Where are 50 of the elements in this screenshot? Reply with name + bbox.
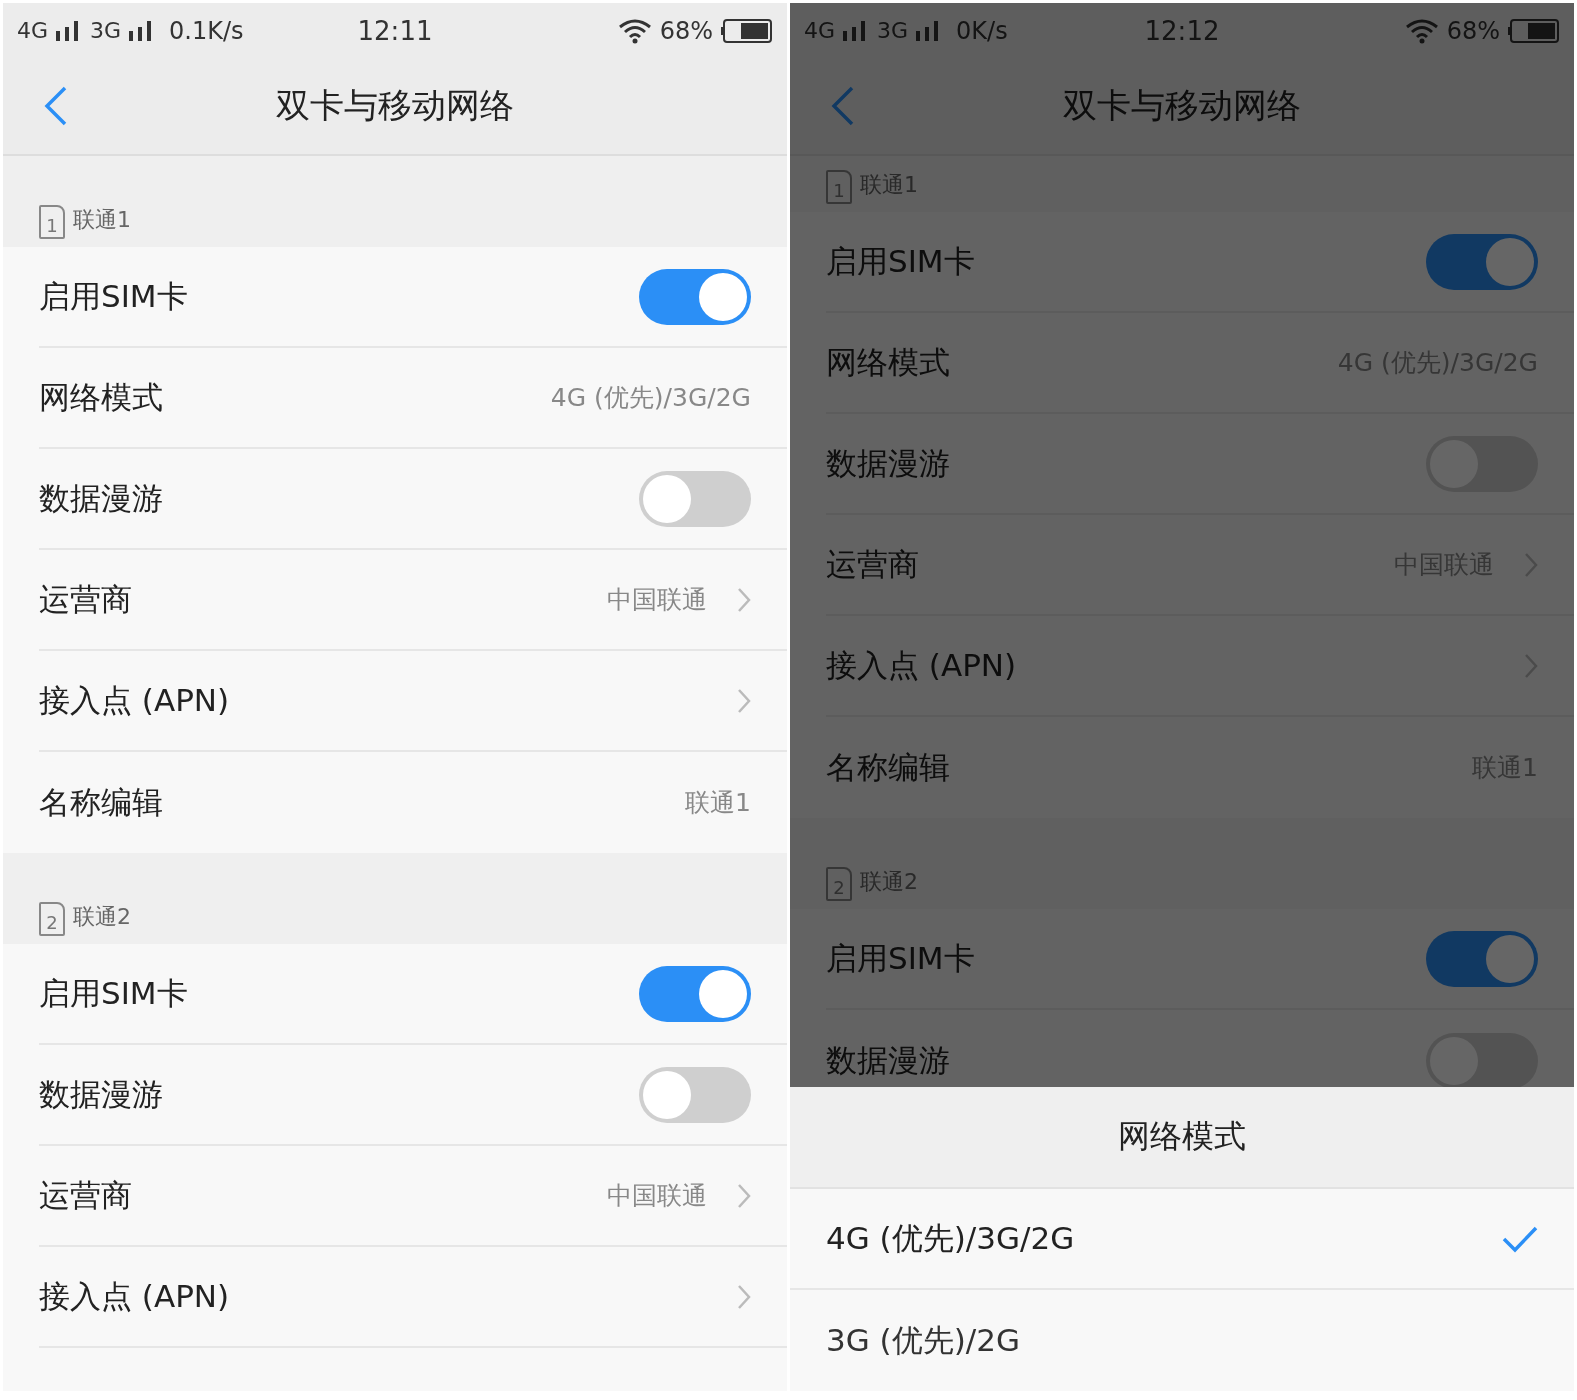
option-label[interactable]: 4G (优先)/3G/2G [826, 1217, 1502, 1260]
clock: 12:12 [1144, 15, 1220, 46]
page-title: 双卡与移动网络 [276, 84, 514, 127]
network-speed: 0.1K/s [169, 16, 244, 45]
network-type: 3G [90, 18, 122, 43]
battery-icon [721, 18, 773, 43]
setting-label[interactable]: 接入点 (APN) [39, 679, 707, 722]
sim-card-icon: 2 [39, 902, 65, 936]
setting-label[interactable]: 运营商 [39, 1174, 607, 1217]
chevron-right-icon [737, 1283, 751, 1310]
back-icon[interactable] [830, 86, 856, 126]
chevron-right-icon [737, 687, 751, 714]
wifi-icon [617, 17, 652, 44]
page-title: 双卡与移动网络 [1063, 84, 1301, 127]
setting-label[interactable]: 网络模式 [39, 376, 551, 419]
wifi-icon [1404, 17, 1439, 44]
checkmark-icon [1502, 1224, 1538, 1253]
setting-label: 数据漫游 [39, 478, 164, 518]
setting-label: 数据漫游 [826, 443, 951, 483]
setting-label: 启用SIM卡 [39, 276, 189, 316]
section-label: 联通2 [73, 903, 131, 931]
network-type: 4G [17, 18, 49, 43]
setting-label: 数据漫游 [826, 1040, 951, 1080]
setting-label[interactable]: 运营商 [39, 578, 607, 621]
battery-icon [1508, 18, 1560, 43]
setting-label: 数据漫游 [39, 1074, 164, 1114]
setting-value: 4G (优先)/3G/2G [550, 382, 751, 414]
setting-value: 联通1 [685, 787, 751, 819]
network-type: 3G [877, 18, 909, 43]
sheet-title: 网络模式 [1118, 1116, 1246, 1157]
chevron-right-icon [737, 1182, 751, 1209]
chevron-right-icon [1524, 551, 1538, 578]
setting-label: 启用SIM卡 [826, 241, 976, 281]
battery-percent: 68% [659, 16, 713, 45]
battery-percent: 68% [1446, 16, 1500, 45]
network-speed: 0K/s [956, 16, 1008, 45]
setting-label[interactable]: 名称编辑 [39, 781, 686, 824]
setting-label: 启用SIM卡 [39, 973, 189, 1013]
section-label: 联通1 [73, 206, 131, 234]
setting-label[interactable]: 接入点 (APN) [39, 1275, 707, 1318]
setting-value: 中国联通 [607, 1180, 707, 1212]
clock: 12:11 [357, 15, 433, 46]
chevron-right-icon [1524, 652, 1538, 679]
setting-label: 启用SIM卡 [826, 938, 976, 978]
network-type: 4G [804, 18, 836, 43]
chevron-right-icon [737, 586, 751, 613]
sim-card-icon: 1 [39, 205, 65, 239]
setting-value: 中国联通 [607, 584, 707, 616]
back-icon[interactable] [43, 86, 69, 126]
option-label[interactable]: 3G (优先)/2G [826, 1319, 1538, 1362]
